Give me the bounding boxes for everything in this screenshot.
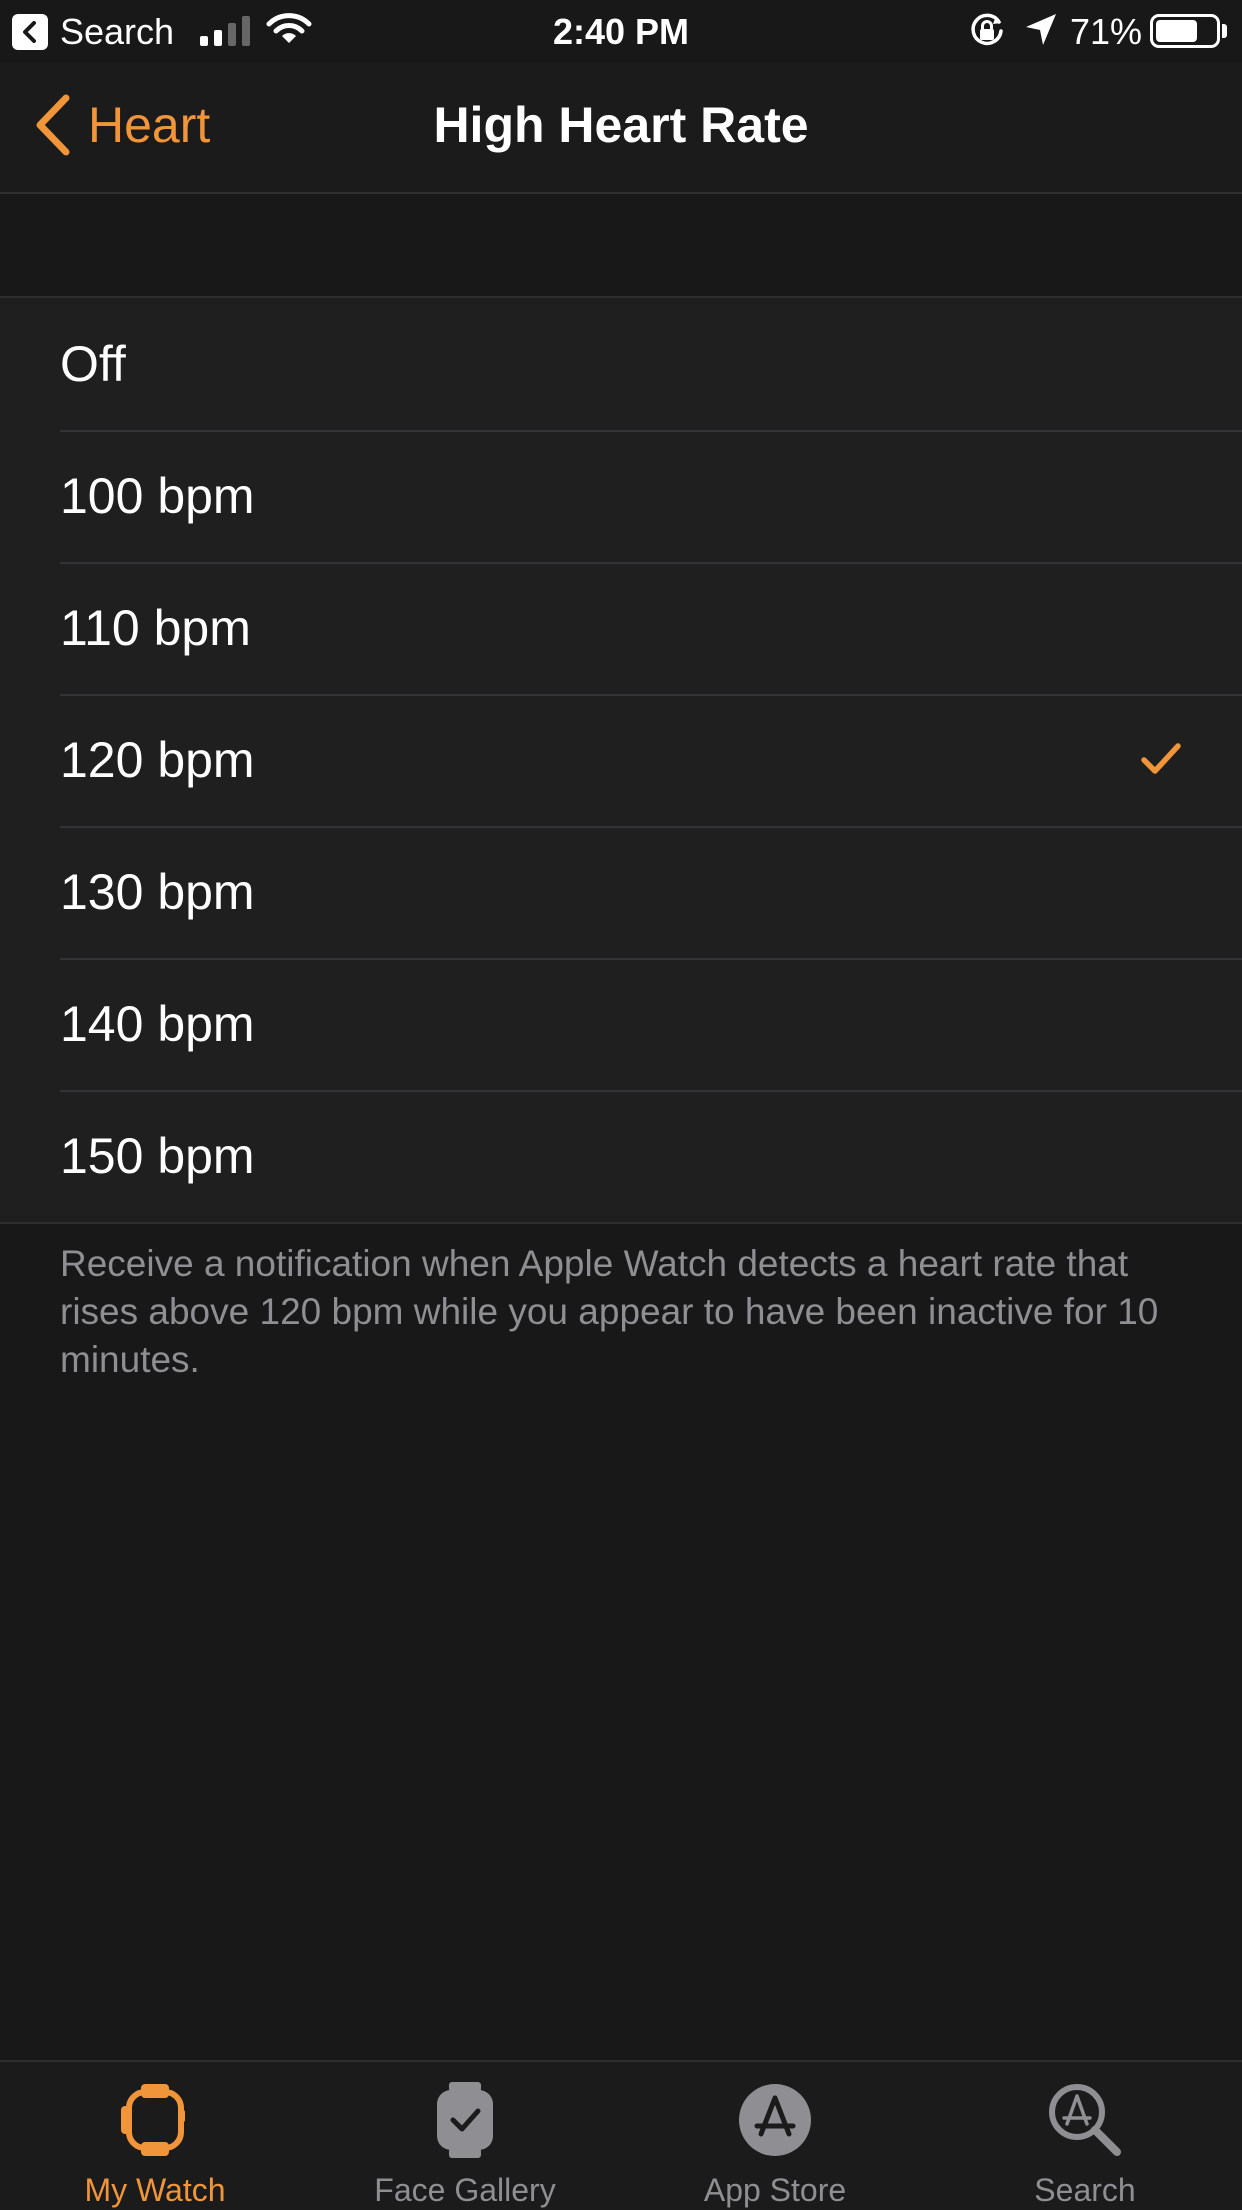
tab-face-gallery[interactable]: Face Gallery: [310, 2062, 620, 2210]
battery-percent: 71%: [1070, 11, 1143, 52]
option-row[interactable]: 150 bpm: [0, 1090, 1242, 1222]
navigation-bar: Heart High Heart Rate: [0, 62, 1242, 194]
status-bar: Search 2:40 PM 71%: [0, 0, 1242, 62]
option-row[interactable]: 110 bpm: [0, 562, 1242, 694]
tab-bar: My Watch Face Gallery App Store Search: [0, 2060, 1242, 2210]
option-label: Off: [60, 336, 126, 392]
location-arrow-icon: [1026, 14, 1056, 45]
watch-icon: [121, 2084, 185, 2156]
tab-label: Search: [1034, 2172, 1136, 2208]
option-label: 140 bpm: [60, 996, 255, 1052]
tab-my-watch[interactable]: My Watch: [0, 2062, 310, 2210]
rotation-lock-icon: [971, 13, 1003, 46]
face-gallery-icon: [437, 2082, 493, 2158]
option-row[interactable]: 120 bpm: [0, 694, 1242, 826]
page-title: High Heart Rate: [433, 97, 809, 153]
battery-nub: [1222, 24, 1227, 38]
option-row[interactable]: Off: [0, 298, 1242, 430]
option-label: 100 bpm: [60, 468, 255, 524]
tab-label: Face Gallery: [374, 2172, 556, 2208]
tab-search[interactable]: Search: [930, 2062, 1240, 2210]
option-row[interactable]: 100 bpm: [0, 430, 1242, 562]
app-store-icon: [739, 2084, 811, 2156]
option-label: 150 bpm: [60, 1128, 255, 1184]
option-row[interactable]: 130 bpm: [0, 826, 1242, 958]
heart-rate-threshold-list: Off 100 bpm 110 bpm 120 bpm 130 bpm 140 bpm 15…: [0, 296, 1242, 1224]
tab-app-store[interactable]: App Store: [620, 2062, 930, 2210]
option-label: 110 bpm: [60, 600, 251, 656]
search-icon: [1049, 2084, 1121, 2156]
option-label: 120 bpm: [60, 732, 255, 788]
footer-note: Receive a notification when Apple Watch …: [60, 1243, 1159, 1380]
battery-icon: [1150, 14, 1220, 48]
option-label: 130 bpm: [60, 864, 255, 920]
battery-fill: [1156, 20, 1197, 42]
tab-label: My Watch: [84, 2172, 226, 2208]
checkmark-icon: [1141, 743, 1181, 774]
tab-label: App Store: [703, 2172, 847, 2208]
option-row[interactable]: 140 bpm: [0, 958, 1242, 1090]
